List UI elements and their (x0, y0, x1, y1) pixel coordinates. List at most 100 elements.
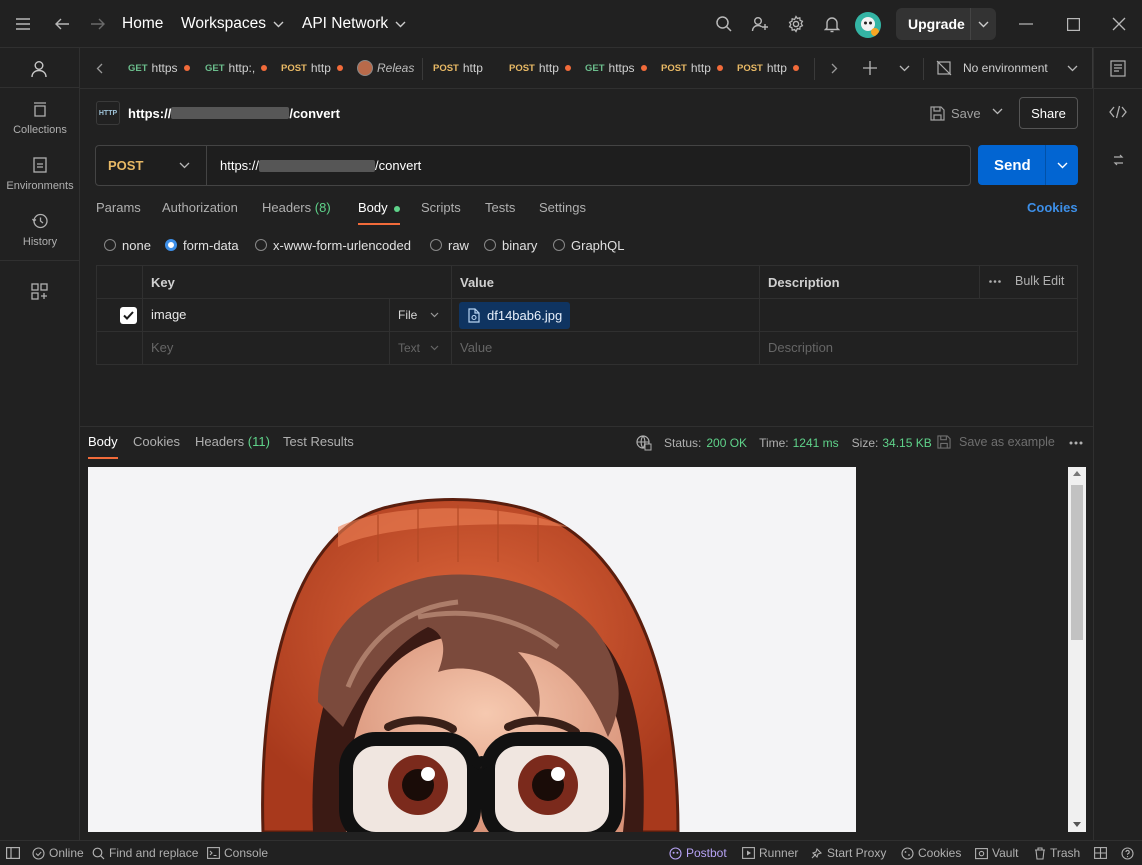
online-status[interactable]: Online (32, 841, 84, 865)
network-globe-icon[interactable] (636, 435, 652, 451)
tab-label: http (538, 61, 559, 75)
scrollbar-thumb[interactable] (1071, 485, 1083, 640)
menu-icon[interactable] (11, 12, 35, 36)
scroll-down-icon[interactable] (1073, 822, 1081, 827)
request-tab[interactable]: GET https (128, 48, 200, 88)
toggle-sidebar-icon[interactable] (6, 841, 24, 865)
start-proxy-button[interactable]: Start Proxy (810, 841, 886, 865)
request-tab[interactable]: Releas (357, 48, 419, 88)
chevron-left-icon[interactable] (96, 63, 103, 74)
request-tab[interactable]: POST http (281, 48, 353, 88)
search-icon[interactable] (712, 12, 736, 36)
user-icon[interactable] (29, 59, 49, 79)
scroll-up-icon[interactable] (1073, 471, 1081, 476)
file-chip[interactable]: df14bab6.jpg (459, 302, 570, 329)
response-pane-divider[interactable] (80, 426, 1093, 427)
new-value-input[interactable]: Value (460, 340, 492, 355)
sidebar-item-history[interactable]: History (0, 212, 80, 248)
body-type-form-data-radio[interactable]: form-data (165, 237, 239, 253)
tab-tests[interactable]: Tests (485, 200, 515, 222)
tab-params[interactable]: Params (96, 200, 141, 222)
two-pane-view-icon[interactable] (1094, 841, 1111, 865)
maximize-icon[interactable] (1061, 12, 1085, 36)
tab-authorization[interactable]: Authorization (162, 200, 238, 222)
forward-arrow-icon[interactable] (86, 12, 110, 36)
chevron-right-icon[interactable] (831, 63, 838, 74)
request-tab[interactable]: POST http (737, 48, 809, 88)
avatar[interactable] (855, 12, 881, 38)
environment-selector[interactable]: No environment (936, 48, 1086, 88)
vault-button[interactable]: Vault (975, 841, 1018, 865)
cookies-link[interactable]: Cookies (1027, 200, 1078, 222)
body-type-graphql-radio[interactable]: GraphQL (553, 237, 624, 253)
save-as-example-button[interactable]: Save as example (937, 435, 1055, 449)
tab-scripts[interactable]: Scripts (421, 200, 461, 222)
request-tab[interactable]: POST http (433, 48, 505, 88)
workspaces-menu[interactable]: Workspaces (181, 0, 284, 48)
trash-button[interactable]: Trash (1034, 841, 1080, 865)
more-options-icon[interactable] (1069, 441, 1083, 445)
new-tab-plus-icon[interactable] (863, 61, 877, 75)
time-value[interactable]: 1241 ms (793, 436, 839, 450)
api-network-menu[interactable]: API Network (302, 0, 406, 48)
response-tab-cookies[interactable]: Cookies (133, 434, 180, 449)
share-button[interactable]: Share (1019, 97, 1078, 129)
minimize-icon[interactable] (1014, 12, 1038, 36)
response-tab-body[interactable]: Body (88, 434, 118, 459)
new-key-input[interactable]: Key (151, 340, 173, 355)
home-link[interactable]: Home (122, 0, 163, 48)
invite-user-icon[interactable] (748, 12, 772, 36)
notification-bell-icon[interactable] (820, 12, 844, 36)
request-title[interactable]: https:// /convert (128, 104, 340, 122)
new-row-type-select[interactable]: Text (398, 341, 439, 355)
code-snippet-icon[interactable] (1109, 105, 1127, 119)
status-value[interactable]: 200 OK (706, 436, 747, 450)
tab-list-chevron-down-icon[interactable] (899, 65, 910, 72)
related-collections-icon[interactable] (1112, 153, 1125, 167)
url-input[interactable]: https:// /convert (220, 146, 421, 185)
save-options-chevron-down-icon[interactable] (992, 108, 1003, 115)
radio-circle (104, 239, 116, 251)
upgrade-button[interactable]: Upgrade (896, 8, 996, 40)
send-button[interactable]: Send (978, 145, 1078, 185)
bulk-edit-button[interactable]: Bulk Edit (989, 274, 1064, 288)
method-select[interactable]: POST (96, 146, 206, 185)
request-tab[interactable]: POST http (661, 48, 733, 88)
help-icon[interactable] (1121, 841, 1138, 865)
response-tab-test-results[interactable]: Test Results (283, 434, 354, 449)
send-options-chevron-down-icon[interactable] (1057, 162, 1068, 169)
response-scrollbar[interactable] (1068, 467, 1086, 832)
chevron-down-icon[interactable] (978, 21, 989, 28)
close-icon[interactable] (1107, 12, 1131, 36)
response-tab-headers[interactable]: Headers (11) (195, 434, 270, 449)
method-badge: POST (661, 62, 687, 74)
row-key[interactable]: image (151, 307, 186, 322)
add-workbench-icon[interactable] (31, 283, 48, 300)
row-enabled-checkbox[interactable] (120, 307, 137, 324)
body-type-binary-radio[interactable]: binary (484, 237, 537, 253)
tab-headers[interactable]: Headers (8) (262, 200, 331, 222)
row-type-select[interactable]: File (398, 308, 439, 322)
body-type-urlencoded-radio[interactable]: x-www-form-urlencoded (255, 237, 411, 253)
request-tab[interactable]: POST http (509, 48, 581, 88)
new-description-input[interactable]: Description (768, 340, 833, 355)
console-button[interactable]: Console (207, 841, 268, 865)
tab-body[interactable]: Body (358, 200, 401, 225)
environment-quick-look-icon[interactable] (1110, 60, 1126, 77)
size-value[interactable]: 34.15 KB (882, 436, 931, 450)
find-and-replace-button[interactable]: Find and replace (92, 841, 198, 865)
request-tab[interactable]: GET https (585, 48, 657, 88)
body-type-none-radio[interactable]: none (104, 237, 151, 253)
tab-settings[interactable]: Settings (539, 200, 586, 222)
back-arrow-icon[interactable] (50, 12, 74, 36)
request-tab[interactable]: GET http:, (205, 48, 277, 88)
cookies-button[interactable]: Cookies (901, 841, 961, 865)
sidebar-item-environments[interactable]: Environments (0, 156, 80, 192)
search-icon (92, 847, 105, 859)
body-type-raw-radio[interactable]: raw (430, 237, 469, 253)
runner-button[interactable]: Runner (742, 841, 798, 865)
save-button[interactable]: Save (930, 104, 981, 122)
settings-gear-icon[interactable] (784, 12, 808, 36)
postbot-button[interactable]: Postbot (669, 841, 727, 865)
sidebar-item-collections[interactable]: Collections (0, 100, 80, 136)
